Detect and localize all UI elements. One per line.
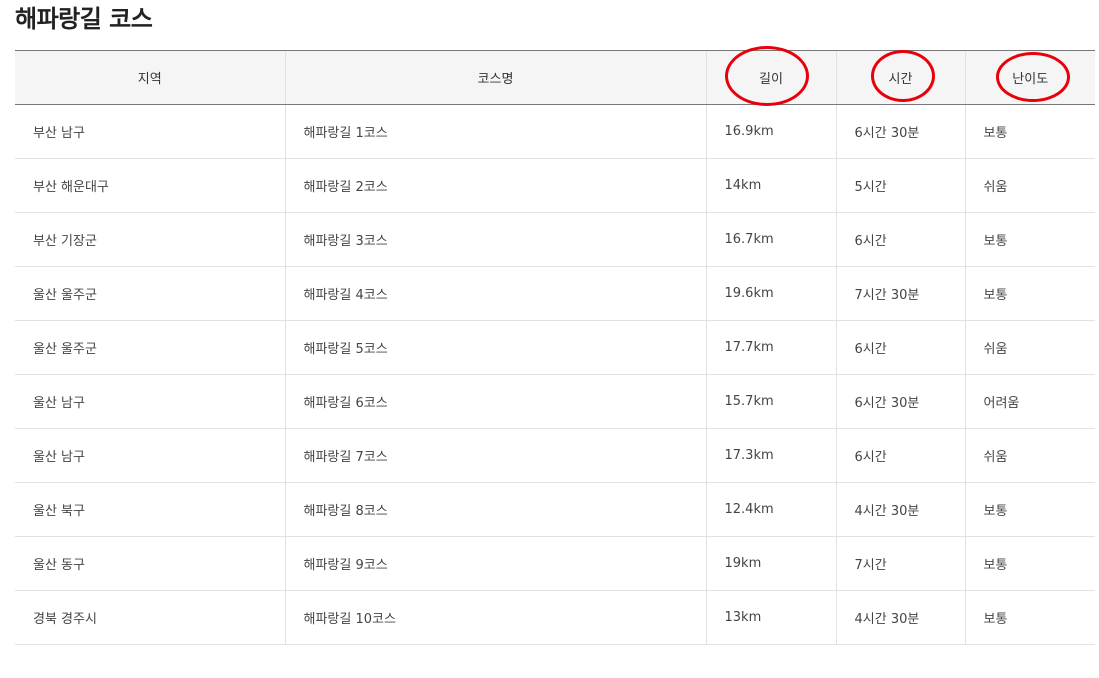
cell-length: 13km (705, 590, 836, 645)
cell-time: 6시간 30분 (835, 104, 965, 159)
cell-course-name: 해파랑길 1코스 (284, 104, 706, 159)
cell-length: 16.7km (705, 212, 836, 267)
cell-region: 울산 남구 (15, 374, 285, 429)
cell-course-name: 해파랑길 6코스 (284, 374, 706, 429)
course-table: 지역 코스명 길이 시간 난이도 부산 남구 해파랑길 1코스 16.9km 6… (15, 50, 1095, 645)
cell-length: 17.3km (705, 428, 836, 483)
cell-time: 4시간 30분 (835, 482, 965, 537)
cell-length: 19.6km (705, 266, 836, 321)
table-row: 부산 남구 해파랑길 1코스 16.9km 6시간 30분 보통 (15, 104, 1095, 159)
cell-time: 4시간 30분 (835, 590, 965, 645)
cell-difficulty: 보통 (964, 266, 1095, 321)
cell-course-name: 해파랑길 10코스 (284, 590, 706, 645)
cell-region: 울산 울주군 (15, 320, 285, 375)
table-row: 울산 울주군 해파랑길 4코스 19.6km 7시간 30분 보통 (15, 266, 1095, 321)
header-course-name: 코스명 (284, 50, 706, 105)
header-region: 지역 (15, 50, 285, 105)
cell-difficulty: 쉬움 (964, 428, 1095, 483)
cell-course-name: 해파랑길 3코스 (284, 212, 706, 267)
cell-time: 6시간 (835, 212, 965, 267)
cell-course-name: 해파랑길 9코스 (284, 536, 706, 591)
table-row: 울산 남구 해파랑길 6코스 15.7km 6시간 30분 어려움 (15, 374, 1095, 429)
cell-time: 5시간 (835, 158, 965, 213)
cell-region: 울산 북구 (15, 482, 285, 537)
cell-region: 부산 기장군 (15, 212, 285, 267)
cell-course-name: 해파랑길 4코스 (284, 266, 706, 321)
cell-region: 부산 남구 (15, 104, 285, 159)
cell-time: 6시간 (835, 428, 965, 483)
header-difficulty: 난이도 (964, 50, 1095, 105)
header-length: 길이 (705, 50, 836, 105)
cell-region: 부산 해운대구 (15, 158, 285, 213)
cell-course-name: 해파랑길 2코스 (284, 158, 706, 213)
cell-difficulty: 보통 (964, 536, 1095, 591)
table-row: 울산 울주군 해파랑길 5코스 17.7km 6시간 쉬움 (15, 320, 1095, 375)
table-row: 부산 해운대구 해파랑길 2코스 14km 5시간 쉬움 (15, 158, 1095, 213)
cell-length: 19km (705, 536, 836, 591)
cell-time: 6시간 30분 (835, 374, 965, 429)
table-row: 경북 경주시 해파랑길 10코스 13km 4시간 30분 보통 (15, 590, 1095, 645)
cell-region: 경북 경주시 (15, 590, 285, 645)
table-row: 울산 동구 해파랑길 9코스 19km 7시간 보통 (15, 536, 1095, 591)
page-title: 해파랑길 코스 (15, 5, 153, 33)
cell-difficulty: 쉬움 (964, 320, 1095, 375)
cell-difficulty: 보통 (964, 482, 1095, 537)
table-row: 부산 기장군 해파랑길 3코스 16.7km 6시간 보통 (15, 212, 1095, 267)
table-header-row: 지역 코스명 길이 시간 난이도 (15, 50, 1095, 105)
cell-course-name: 해파랑길 5코스 (284, 320, 706, 375)
cell-difficulty: 쉬움 (964, 158, 1095, 213)
cell-region: 울산 남구 (15, 428, 285, 483)
header-time: 시간 (835, 50, 965, 105)
cell-difficulty: 보통 (964, 212, 1095, 267)
cell-length: 17.7km (705, 320, 836, 375)
cell-difficulty: 보통 (964, 104, 1095, 159)
cell-course-name: 해파랑길 7코스 (284, 428, 706, 483)
cell-length: 16.9km (705, 104, 836, 159)
cell-time: 7시간 30분 (835, 266, 965, 321)
cell-difficulty: 어려움 (964, 374, 1095, 429)
cell-time: 6시간 (835, 320, 965, 375)
cell-difficulty: 보통 (964, 590, 1095, 645)
table-row: 울산 북구 해파랑길 8코스 12.4km 4시간 30분 보통 (15, 482, 1095, 537)
cell-region: 울산 동구 (15, 536, 285, 591)
cell-course-name: 해파랑길 8코스 (284, 482, 706, 537)
cell-length: 15.7km (705, 374, 836, 429)
cell-length: 14km (705, 158, 836, 213)
table-row: 울산 남구 해파랑길 7코스 17.3km 6시간 쉬움 (15, 428, 1095, 483)
cell-time: 7시간 (835, 536, 965, 591)
cell-length: 12.4km (705, 482, 836, 537)
cell-region: 울산 울주군 (15, 266, 285, 321)
